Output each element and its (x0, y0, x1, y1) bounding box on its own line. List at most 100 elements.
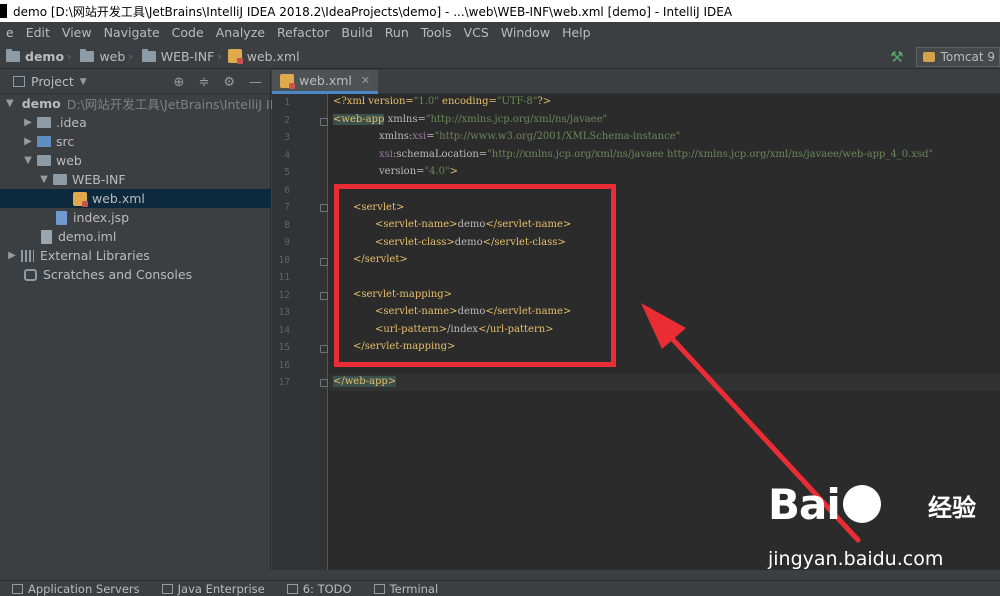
xml-file-icon (73, 191, 88, 207)
navigation-bar: demo › web › WEB-INF › web.xml ⚒ Tomcat … (0, 44, 1000, 69)
run-configuration-select[interactable]: Tomcat 9 (915, 46, 1000, 67)
tree-item-idea[interactable]: ▶ .idea (0, 113, 271, 132)
tree-item-web[interactable]: ▼ web (0, 151, 271, 170)
folder-icon (37, 117, 51, 128)
line-number: 11 (278, 272, 290, 283)
chevron-down-icon[interactable]: ▼ (80, 77, 87, 87)
breadcrumb-web-inf[interactable]: WEB-INF (136, 48, 214, 64)
menu-analyze[interactable]: Analyze (210, 22, 271, 44)
xml-file-icon (280, 73, 295, 89)
tree-item-label: src (56, 134, 75, 149)
tree-item-label: External Libraries (40, 248, 150, 263)
tree-item-label: Scratches and Consoles (43, 267, 193, 282)
hide-icon[interactable]: — (249, 75, 262, 90)
tool-terminal[interactable]: Terminal (373, 582, 438, 596)
expand-arrow-icon[interactable]: ▼ (22, 155, 34, 166)
xml-prolog-end: ?> (537, 96, 552, 107)
xml-encoding-value: "UTF-8" (496, 96, 538, 107)
tool-todo[interactable]: 6: TODO (286, 581, 352, 596)
tree-item-label: web (56, 153, 82, 168)
locate-icon[interactable]: ⊕ (174, 75, 185, 90)
tree-item-demo-iml[interactable]: demo.iml (0, 227, 271, 246)
tool-label: Java Enterprise (177, 581, 265, 596)
tree-item-label: demo.iml (58, 229, 117, 244)
fold-marker-icon[interactable] (320, 345, 328, 353)
expand-arrow-icon[interactable]: ▶ (6, 250, 18, 261)
chevron-right-icon: › (217, 49, 222, 63)
fold-marker-icon[interactable] (320, 379, 328, 387)
tab-label: web.xml (299, 73, 352, 88)
tomcat-icon (922, 51, 935, 62)
tree-item-index-jsp[interactable]: index.jsp (0, 208, 271, 227)
web-app-close-tag: </web-app> (333, 376, 397, 387)
todo-icon (286, 583, 298, 594)
menu-edit[interactable]: Edit (20, 22, 56, 44)
module-file-icon (41, 229, 52, 244)
fold-marker-icon[interactable] (320, 118, 328, 126)
breadcrumb-label: demo (25, 48, 65, 64)
line-number: 16 (278, 360, 290, 371)
tree-item-label: demo (21, 96, 61, 111)
xsi-prefix: xsi (412, 131, 427, 142)
tree-item-label: WEB-INF (72, 172, 126, 187)
hammer-build-icon[interactable]: ⚒ (890, 48, 903, 66)
menu-vcs[interactable]: VCS (458, 22, 495, 44)
collapse-all-icon[interactable]: ≑ (198, 75, 209, 90)
source-folder-icon (37, 136, 51, 147)
menu-navigate[interactable]: Navigate (98, 22, 166, 44)
tab-web-xml[interactable]: web.xml ✕ (272, 70, 379, 94)
project-panel-title[interactable]: Project (31, 74, 74, 89)
line-number: 13 (278, 307, 290, 318)
menu-tools[interactable]: Tools (415, 22, 458, 44)
folder-icon (53, 174, 67, 185)
xml-prolog-start: <?xml version= (333, 96, 414, 107)
breadcrumb-demo[interactable]: demo (0, 48, 65, 64)
menu-help[interactable]: Help (556, 22, 597, 44)
tree-item-src[interactable]: ▶ src (0, 132, 271, 151)
fold-marker-icon[interactable] (320, 292, 328, 300)
tree-item-web-inf[interactable]: ▼ WEB-INF (0, 170, 271, 189)
line-number: 6 (284, 185, 290, 196)
breadcrumb-web[interactable]: web (74, 48, 125, 64)
menu-window[interactable]: Window (495, 22, 556, 44)
expand-arrow-icon[interactable]: ▼ (6, 98, 14, 109)
web-folder-icon (37, 155, 51, 166)
line-number: 2 (284, 115, 290, 126)
menu-run[interactable]: Run (379, 22, 415, 44)
expand-arrow-icon[interactable]: ▶ (22, 136, 34, 147)
tree-item-external-libraries[interactable]: ▶ External Libraries (0, 246, 271, 265)
expand-arrow-icon[interactable]: ▼ (38, 174, 50, 185)
tree-item-label: index.jsp (73, 210, 130, 225)
annotation-highlight-box (334, 184, 616, 367)
fold-marker-icon[interactable] (320, 258, 328, 266)
gear-icon[interactable]: ⚙ (223, 75, 235, 90)
line-number: 3 (284, 132, 290, 143)
menu-code[interactable]: Code (166, 22, 210, 44)
app-icon (0, 4, 7, 18)
tree-item-scratches[interactable]: Scratches and Consoles (0, 265, 271, 284)
tree-item-web-xml[interactable]: web.xml (0, 189, 271, 208)
line-number: 12 (278, 290, 290, 301)
fold-marker-icon[interactable] (320, 204, 328, 212)
project-panel-tools: ⊕ ≑ ⚙ — (174, 70, 262, 94)
terminal-icon (373, 583, 385, 594)
tool-label: 6: TODO (302, 581, 352, 596)
run-configuration-label: Tomcat 9 (940, 49, 995, 64)
baidu-watermark: Bai 经验 jingyan.baidu.com (768, 480, 988, 580)
breadcrumb-web-xml[interactable]: web.xml (225, 49, 300, 64)
menu-refactor[interactable]: Refactor (271, 22, 335, 44)
menu-view[interactable]: View (56, 22, 98, 44)
menu-file[interactable]: e (0, 22, 20, 44)
tree-item-label: .idea (56, 115, 87, 130)
folder-icon (6, 48, 20, 62)
menu-build[interactable]: Build (335, 22, 378, 44)
tag-close: > (449, 166, 459, 177)
expand-arrow-icon[interactable]: ▶ (22, 117, 34, 128)
close-icon[interactable]: ✕ (361, 74, 370, 87)
tree-item-demo[interactable]: ▼ demo D:\网站开发工具\JetBrains\IntelliJ IDE (0, 94, 287, 113)
logo-text: Bai (768, 480, 841, 529)
tool-java-enterprise[interactable]: Java Enterprise (161, 581, 265, 596)
code-line-5: version="4.0"> (379, 166, 458, 177)
tool-application-servers[interactable]: Application Servers (12, 582, 140, 596)
window-title: demo [D:\网站开发工具\JetBrains\IntelliJ IDEA … (13, 4, 733, 19)
